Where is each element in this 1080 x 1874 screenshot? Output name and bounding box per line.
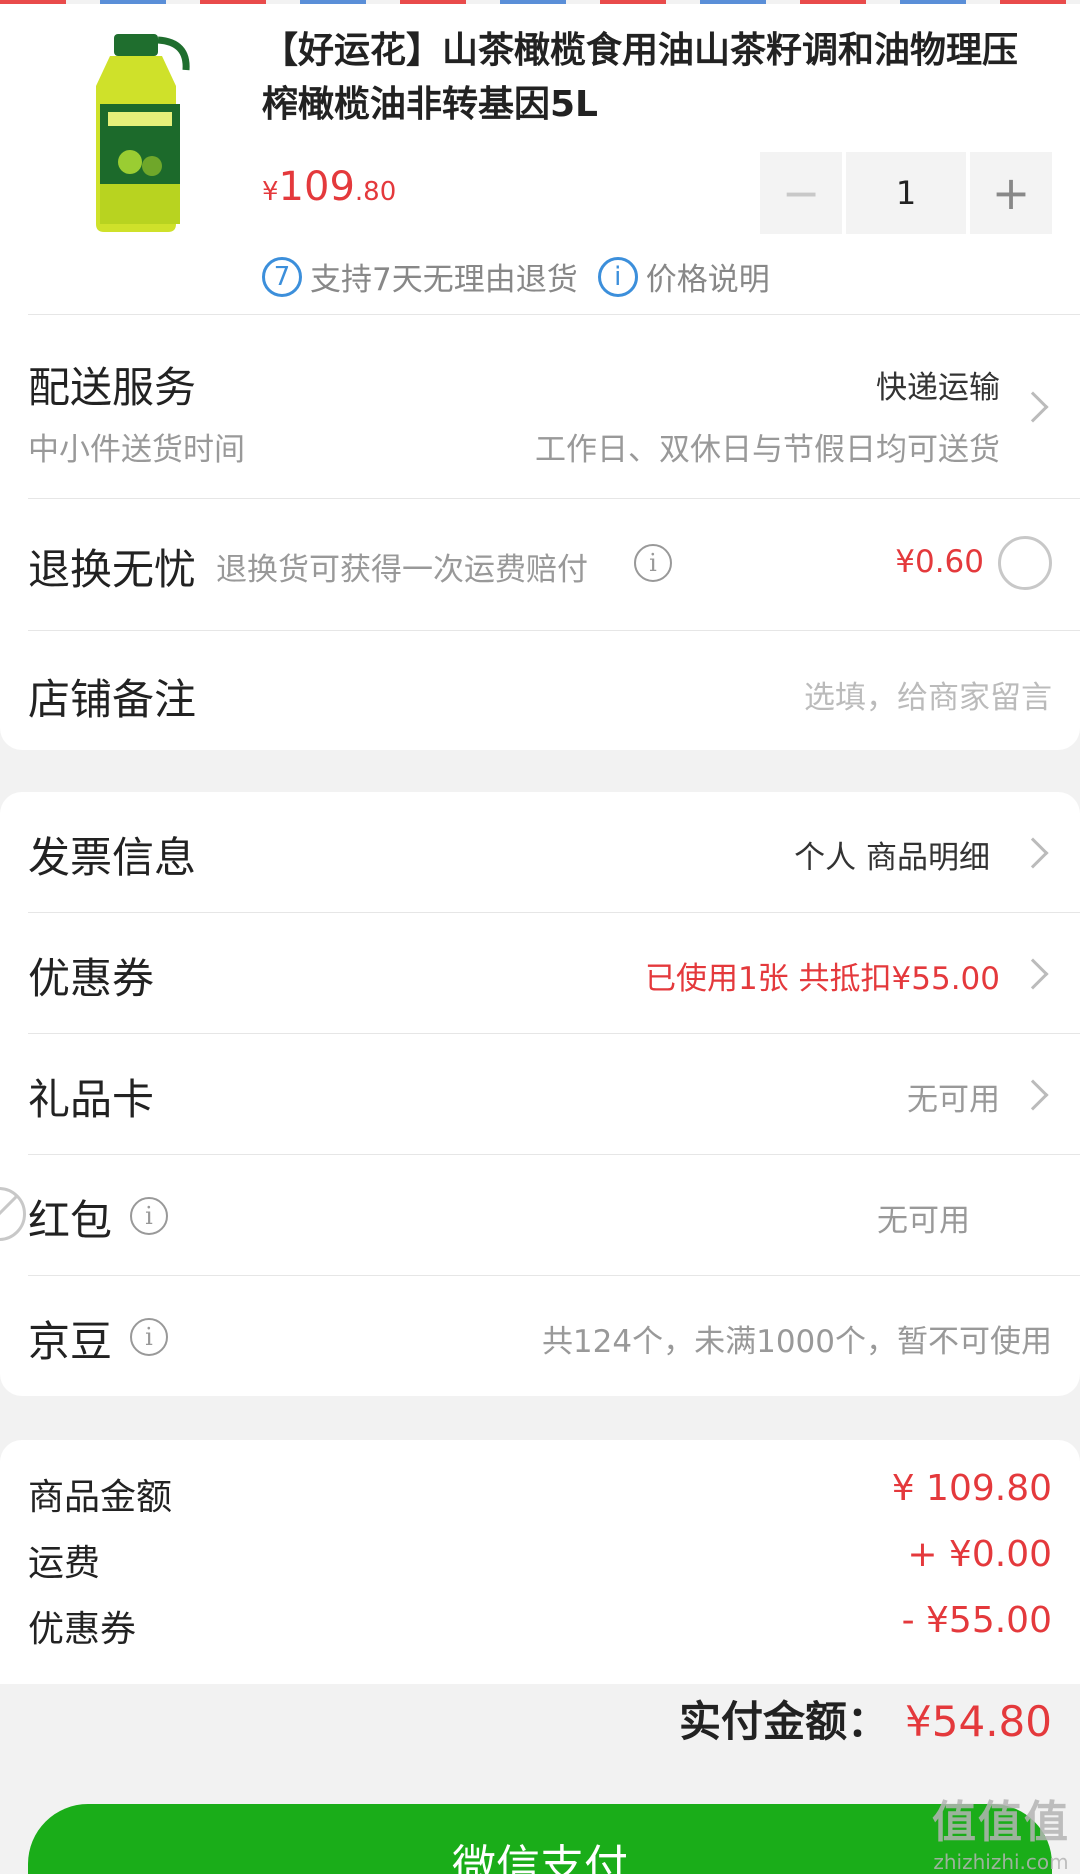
wechat-pay-label: 微信支付 bbox=[452, 1841, 628, 1874]
order-summary-card: 商品金额 ¥ 109.80 运费 + ¥0.00 优惠券 - ¥55.00 bbox=[0, 1440, 1080, 1684]
seven-day-return-icon: 7 bbox=[262, 256, 302, 297]
total-label: 实付金额： bbox=[679, 1697, 890, 1746]
info-icon[interactable]: i bbox=[634, 544, 672, 582]
decrease-quantity-button[interactable]: − bbox=[760, 152, 842, 234]
divider bbox=[28, 630, 1080, 631]
divider bbox=[28, 498, 1080, 499]
store-note-title: 店铺备注 bbox=[28, 675, 197, 724]
store-note-input[interactable]: 选填，给商家留言 bbox=[804, 672, 1052, 717]
invoice-title: 发票信息 bbox=[28, 833, 197, 882]
watermark-main: 值值值 bbox=[932, 1797, 1070, 1848]
jingdou-value: 共124个，未满1000个，暂不可使用 bbox=[541, 1324, 1052, 1360]
store-note-row: 店铺备注 选填，给商家留言 bbox=[0, 632, 1080, 750]
coupon-row[interactable]: 优惠券 已使用1张 共抵扣¥55.00 bbox=[0, 913, 1080, 1033]
delivery-time-value: 工作日、双休日与节假日均可送货 bbox=[535, 432, 1000, 468]
delivery-method: 快递运输 bbox=[876, 370, 1000, 406]
delivery-title: 配送服务 bbox=[28, 363, 197, 412]
return-guarantee-price: ¥0.60 bbox=[895, 544, 984, 580]
total-value: ¥54.80 bbox=[905, 1697, 1052, 1746]
delivery-service-row[interactable]: 配送服务 快递运输 中小件送货时间 工作日、双休日与节假日均可送货 bbox=[0, 316, 1080, 500]
increase-quantity-button[interactable]: + bbox=[970, 152, 1052, 234]
coupon-title: 优惠券 bbox=[28, 954, 155, 1003]
watermark-sub: zhizhizhi.com bbox=[933, 1850, 1069, 1874]
return-guarantee-row: 退换无忧 退换货可获得一次运费赔付 i ¥0.60 bbox=[0, 500, 1080, 630]
info-icon[interactable]: i bbox=[130, 1197, 168, 1235]
wechat-pay-button[interactable]: 微信支付 bbox=[28, 1804, 1052, 1874]
product-card: 【好运花】山茶橄榄食用油山茶籽调和油物理压榨橄榄油非转基因5L ¥109.80 … bbox=[0, 4, 1080, 750]
price-decimal: .80 bbox=[354, 177, 397, 207]
info-icon[interactable]: i bbox=[130, 1318, 168, 1356]
price-currency: ¥ bbox=[262, 177, 279, 207]
chevron-right-icon bbox=[1017, 1079, 1049, 1111]
return-guarantee-desc: 退换货可获得一次运费赔付 bbox=[216, 552, 588, 588]
coupon-value: 已使用1张 共抵扣¥55.00 bbox=[644, 961, 1000, 997]
summary-value: ¥ 109.80 bbox=[891, 1468, 1052, 1509]
price-info-icon: i bbox=[597, 256, 638, 297]
summary-label: 商品金额 bbox=[28, 1477, 173, 1518]
red-packet-row: 红包 i 无可用 bbox=[0, 1155, 1080, 1275]
return-guarantee-title: 退换无忧 bbox=[28, 545, 197, 594]
summary-label: 运费 bbox=[28, 1543, 101, 1584]
product-title[interactable]: 【好运花】山茶橄榄食用油山茶籽调和油物理压榨橄榄油非转基因5L bbox=[262, 24, 1052, 132]
service-badges: 7 支持7天无理由退货 i 价格说明 bbox=[262, 254, 770, 299]
unavailable-icon bbox=[0, 1187, 26, 1241]
chevron-right-icon bbox=[1017, 391, 1049, 423]
red-packet-title: 红包 bbox=[28, 1196, 113, 1245]
product-price: ¥109.80 bbox=[262, 164, 396, 210]
chevron-right-icon bbox=[1017, 837, 1049, 869]
gift-card-value: 无可用 bbox=[907, 1082, 1000, 1118]
summary-value: + ¥0.00 bbox=[907, 1534, 1052, 1575]
quantity-input[interactable]: 1 bbox=[846, 152, 966, 234]
watermark-logo: 值值值 zhizhizhi.com bbox=[932, 1786, 1070, 1874]
divider bbox=[28, 314, 1080, 315]
gift-card-title: 礼品卡 bbox=[28, 1075, 155, 1124]
price-integer: 109 bbox=[278, 164, 355, 210]
seven-day-return-label[interactable]: 支持7天无理由退货 bbox=[310, 254, 578, 299]
invoice-row[interactable]: 发票信息 个人 商品明细 bbox=[0, 792, 1080, 912]
oil-bottle-icon[interactable] bbox=[70, 34, 230, 234]
jingdou-row: 京豆 i 共124个，未满1000个，暂不可使用 bbox=[0, 1276, 1080, 1396]
jingdou-title: 京豆 bbox=[28, 1317, 113, 1366]
red-packet-value: 无可用 bbox=[877, 1203, 970, 1239]
chevron-right-icon bbox=[1017, 958, 1049, 990]
total-amount: 实付金额： ¥54.80 bbox=[679, 1688, 1052, 1749]
summary-value: - ¥55.00 bbox=[901, 1600, 1052, 1641]
quantity-stepper: − 1 + bbox=[760, 152, 1052, 234]
return-guarantee-radio[interactable] bbox=[998, 536, 1052, 590]
invoice-value: 个人 商品明细 bbox=[794, 840, 990, 876]
delivery-time-label: 中小件送货时间 bbox=[28, 432, 245, 468]
payment-options-card: 发票信息 个人 商品明细 优惠券 已使用1张 共抵扣¥55.00 礼品卡 无可用… bbox=[0, 792, 1080, 1396]
price-explanation-link[interactable]: 价格说明 bbox=[646, 254, 770, 299]
gift-card-row[interactable]: 礼品卡 无可用 bbox=[0, 1034, 1080, 1154]
summary-label: 优惠券 bbox=[28, 1609, 137, 1650]
